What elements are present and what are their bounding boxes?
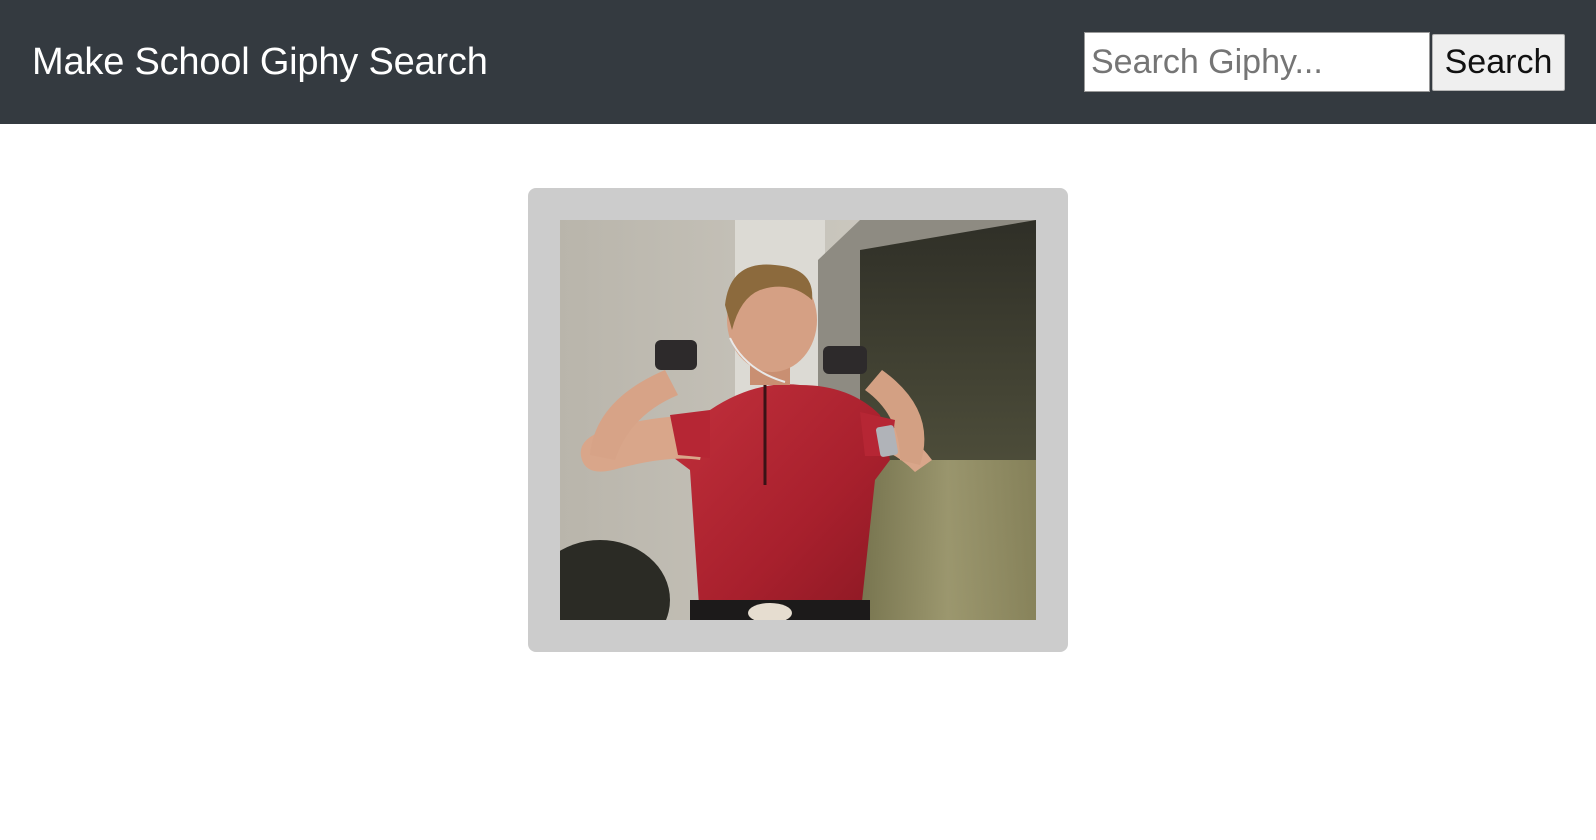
- gif-illustration: [560, 220, 1036, 620]
- top-navbar: Make School Giphy Search Search: [0, 0, 1596, 124]
- search-input[interactable]: [1084, 32, 1430, 92]
- search-button[interactable]: Search: [1432, 34, 1565, 91]
- gif-card: [528, 188, 1068, 652]
- gif-image[interactable]: [560, 220, 1036, 620]
- brand-title[interactable]: Make School Giphy Search: [32, 38, 488, 86]
